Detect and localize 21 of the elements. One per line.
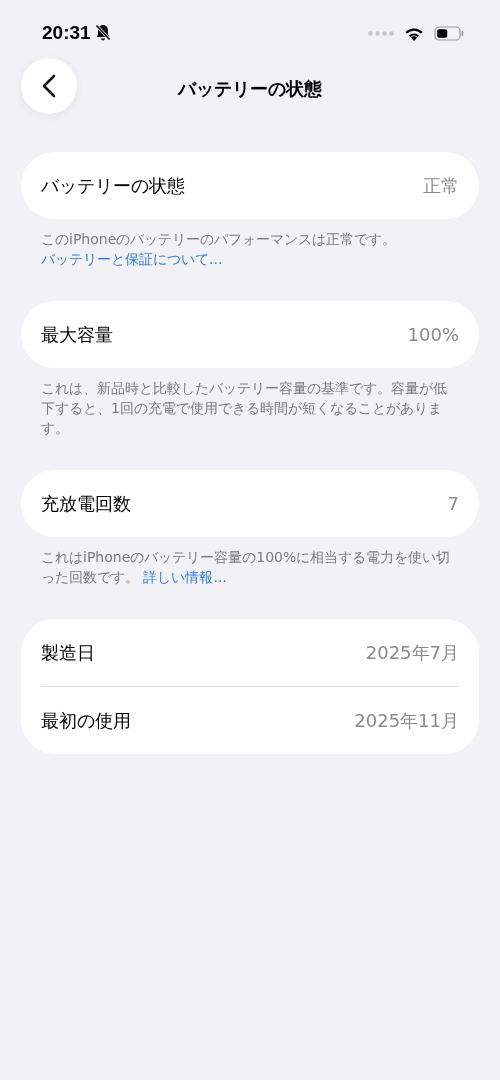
row-value: 正常 xyxy=(423,173,459,198)
muted-bell-icon xyxy=(94,24,111,42)
row-value: 2025年7月 xyxy=(365,640,459,665)
row-label: 製造日 xyxy=(41,640,95,665)
footnote: このiPhoneのバッテリーのパフォーマンスは正常です。 バッテリーと保証について... xyxy=(41,230,398,269)
row-label: 最大容量 xyxy=(41,322,113,347)
info-link[interactable]: バッテリーと保証について... xyxy=(41,251,223,267)
row-value: 7 xyxy=(447,493,459,514)
footnote: これは、新品時と比較したバッテリー容量の基準です。容量が低下すると、1回の充電で使用できる時間が短くなることがあります。 xyxy=(41,379,448,438)
row-value: 100% xyxy=(407,324,459,345)
info-link[interactable]: 詳しい情報... xyxy=(143,569,227,585)
status-time: 20:31 xyxy=(42,22,91,44)
row-value: 2025年11月 xyxy=(354,708,459,733)
chevron-left-icon xyxy=(42,74,56,98)
row-label: 充放電回数 xyxy=(41,491,131,516)
battery-icon xyxy=(434,25,464,41)
footnote: これはiPhoneのバッテリー容量の100%に相当する電力を使い切った回数です。 詳しい情報... xyxy=(41,548,452,587)
signal-icon xyxy=(368,30,394,36)
row-label: 最初の使用 xyxy=(41,708,131,733)
row-label: バッテリーの状態 xyxy=(41,173,185,198)
page-title: バッテリーの状態 xyxy=(178,77,322,101)
